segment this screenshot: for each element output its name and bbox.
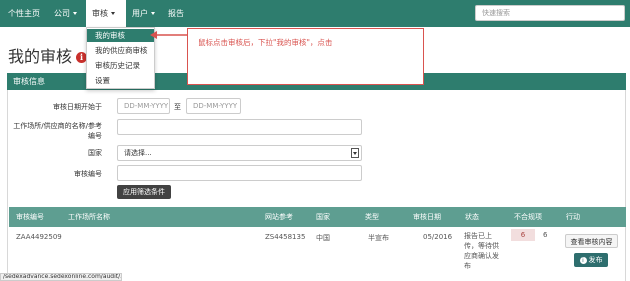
nav-users[interactable]: 用户 [132,0,155,27]
row-status-line: 报告已上 [464,232,492,240]
row-site-ref: ZS4458135 [265,233,306,241]
view-audit-button[interactable]: 查看审核内容 [565,234,618,248]
menu-item-supplier-audits[interactable]: 我的供应商审核 [87,44,154,57]
annotation-callout-text: 鼠标点击审核后，下拉"我的审核"，点击 [198,38,333,47]
col-type[interactable]: 类型 [365,207,379,227]
apply-filter-button[interactable]: 应用筛选条件 [117,185,171,199]
nav-audit[interactable]: 审核 [86,0,126,27]
col-site-ref[interactable]: 网站参考 [265,207,293,227]
status-bar-url: /sedexadvance.sedexonline.com/audit/... [0,273,122,281]
country-selected-value: 请选择... [124,149,152,157]
nav-reports[interactable]: 报告 [168,0,184,27]
chevron-down-icon [151,12,155,15]
page-title: 我的审核 i [8,43,88,67]
audit-number-input[interactable] [117,165,362,181]
row-audit-date: 05/2016 [423,233,453,241]
nav-company-label: 公司 [54,9,70,18]
chevron-down-icon [73,12,77,15]
col-country[interactable]: 国家 [316,207,330,227]
row-audit-no: ZAA4492509 [16,233,62,241]
nc-total: 6 [543,231,548,239]
audit-dropdown-menu: 我的审核 我的供应商审核 审核历史记录 设置 [86,27,155,89]
country-label: 国家 [88,149,102,157]
date-to-label: 至 [174,103,181,111]
menu-item-settings[interactable]: 设置 [87,74,154,87]
menu-item-my-audits[interactable]: 我的审核 [87,29,154,42]
publish-label: 发布 [588,256,603,264]
nav-company[interactable]: 公司 [54,0,77,27]
info-icon: i [579,256,587,264]
annotation-arrow-icon [150,31,188,39]
row-country: 中国 [316,234,330,242]
col-audit-date[interactable]: 审核日期 [413,207,441,227]
chevron-down-icon [111,12,115,15]
col-audit-no[interactable]: 审核编号 [16,207,44,227]
row-status-line: 应商确认发 [464,252,499,260]
col-site-name[interactable]: 工作场所名称 [68,207,110,227]
col-non-compliance[interactable]: 不合规项 [514,207,542,227]
col-status[interactable]: 状态 [465,207,479,227]
menu-item-audit-history[interactable]: 审核历史记录 [87,59,154,72]
audit-number-label: 审核编号 [74,170,102,178]
date-to-input[interactable]: DD-MM-YYYY [186,98,241,114]
site-search-input[interactable] [117,119,362,135]
page-title-text: 我的审核 [8,47,73,66]
date-from-input[interactable]: DD-MM-YYYY [117,98,170,114]
nav-audit-label: 审核 [92,9,108,18]
chevron-down-icon [351,148,359,158]
nc-count-badge: 6 [511,229,535,241]
row-status-line: 布 [464,262,471,270]
nav-users-label: 用户 [132,9,148,18]
nav-home[interactable]: 个性主页 [8,0,40,27]
row-status-line: 传，等待供 [464,242,499,250]
col-actions: 行动 [566,213,580,221]
site-search-label: 工作场所/供应商的名称/参考编号 [13,122,102,140]
date-start-label: 审核日期开始于 [53,103,102,111]
row-type: 半宣布 [368,234,389,242]
publish-button[interactable]: i 发布 [574,253,608,267]
quick-search-input[interactable]: 快速搜索 [475,5,625,21]
row-status: 报告已上 传，等待供 应商确认发 布 [464,231,499,271]
country-select[interactable]: 请选择... [117,145,362,161]
